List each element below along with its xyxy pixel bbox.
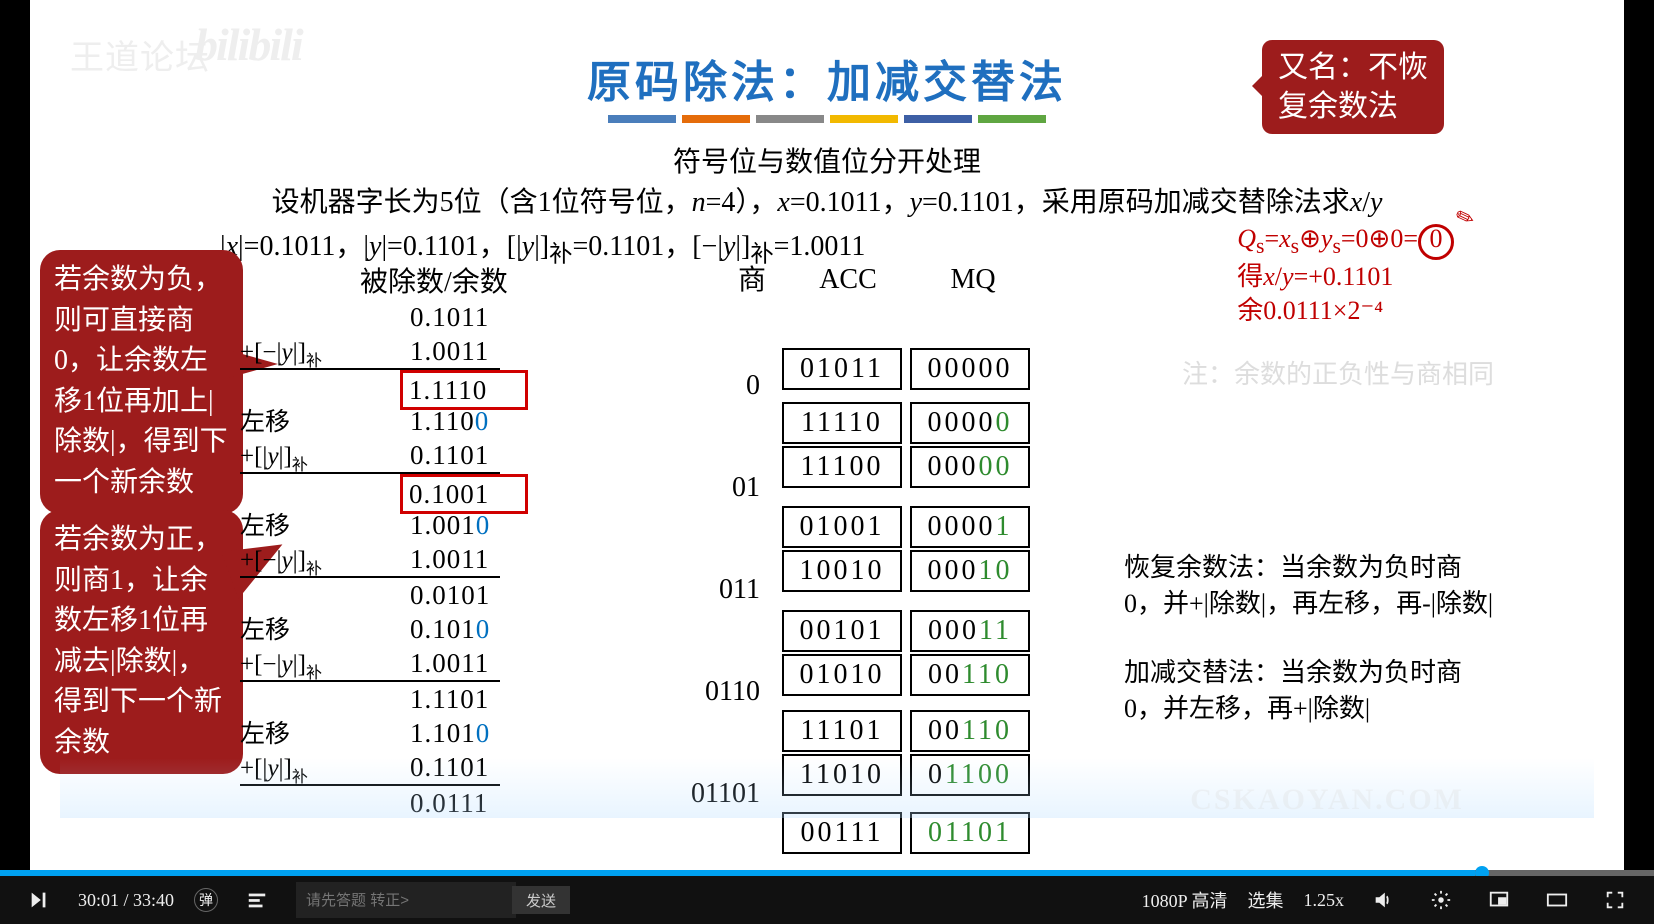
watermark-bottom: CSKAOYAN.COM bbox=[1190, 783, 1464, 817]
comp-row: 1.1101 bbox=[240, 682, 528, 716]
acc-cell: 00111 bbox=[782, 812, 902, 854]
play-next-button[interactable] bbox=[20, 889, 58, 911]
mq-cell: 00110 bbox=[910, 654, 1030, 696]
register-row: 0101000110 bbox=[782, 654, 1030, 696]
time-display: 30:01 / 33:40 bbox=[78, 890, 174, 911]
acc-cell: 01001 bbox=[782, 506, 902, 548]
player-controls: 30:01 / 33:40 弹 发送 1080P 高清 选集 1.25x bbox=[0, 876, 1654, 924]
danmaku-input[interactable] bbox=[296, 882, 516, 918]
note-restore-method: 恢复余数法：当余数为负时商0，并+|除数|，再左移，再-|除数| bbox=[1124, 550, 1494, 623]
playlist-button[interactable]: 选集 bbox=[1248, 887, 1284, 913]
quotient-value: 0 bbox=[746, 370, 760, 402]
bubble-negative-remainder: 若余数为负，则可直接商0，让余数左移1位再加上|除数|，得到下一个新余数 bbox=[40, 250, 243, 514]
danmaku-settings-icon[interactable] bbox=[238, 889, 276, 911]
danmaku-input-wrap: 发送 bbox=[296, 882, 570, 918]
comp-row: 左移0.1010 bbox=[240, 612, 528, 646]
computation-column: 被除数/余数 0.1011+[−|y|]补1.00111.1110左移1.110… bbox=[240, 260, 528, 820]
registers-table: ACC MQ 010110000011110000001110000000010… bbox=[782, 264, 1028, 296]
register-row: 0010100011 bbox=[782, 610, 1030, 652]
comp-header: 被除数/余数 bbox=[360, 260, 508, 300]
register-row: 1110100110 bbox=[782, 710, 1030, 752]
acc-cell: 01010 bbox=[782, 654, 902, 696]
mq-cell: 00110 bbox=[910, 710, 1030, 752]
comp-row: 0.1011 bbox=[240, 300, 528, 334]
problem-statement: 设机器字长为5位（含1位符号位，n=4），x=0.1011，y=0.1101，采… bbox=[30, 180, 1624, 220]
register-row: 1111000000 bbox=[782, 402, 1030, 444]
note-dim: 注：余数的正负性与商相同 bbox=[1182, 354, 1494, 391]
sign-result: Qs=xs⊕ys=0⊕0=0 得x/y=+0.1101 余0.0111×2⁻⁴ bbox=[1237, 222, 1454, 328]
fullscreen-icon[interactable] bbox=[1596, 889, 1634, 911]
settings-icon[interactable] bbox=[1422, 889, 1460, 911]
comp-row: +[|y|]补0.1101 bbox=[240, 438, 528, 472]
comp-row: 左移1.0010 bbox=[240, 508, 528, 542]
acc-cell: 00101 bbox=[782, 610, 902, 652]
acc-cell: 11110 bbox=[782, 402, 902, 444]
acc-cell: 11101 bbox=[782, 710, 902, 752]
comp-row: 左移1.1010 bbox=[240, 716, 528, 750]
speed-selector[interactable]: 1.25x bbox=[1304, 890, 1345, 911]
mq-cell: 00000 bbox=[910, 446, 1030, 488]
volume-icon[interactable] bbox=[1364, 889, 1402, 911]
slide-stage: 王道论坛 bilibili 原码除法：加减交替法 又名：不恢 复余数法 符号位与… bbox=[30, 0, 1624, 872]
acc-cell: 01011 bbox=[782, 348, 902, 390]
comp-row: 0.0101 bbox=[240, 578, 528, 612]
danmaku-send-button[interactable]: 发送 bbox=[512, 886, 570, 914]
mq-cell: 00010 bbox=[910, 550, 1030, 592]
mq-cell: 00011 bbox=[910, 610, 1030, 652]
bubble-positive-remainder: 若余数为正，则商1，让余数左移1位再减去|除数|，得到下一个新余数 bbox=[40, 510, 243, 774]
quotient-value: 01 bbox=[732, 472, 760, 504]
register-row: 0101100000 bbox=[782, 348, 1030, 390]
desc-separate: 符号位与数值位分开处理 bbox=[30, 140, 1624, 180]
comp-row: +[−|y|]补1.0011 bbox=[240, 542, 528, 576]
comp-row: +[−|y|]补1.0011 bbox=[240, 646, 528, 680]
register-row: 0100100001 bbox=[782, 506, 1030, 548]
comp-row: 1.1110 bbox=[240, 370, 528, 404]
acc-cell: 11100 bbox=[782, 446, 902, 488]
comp-row: +[−|y|]补1.0011 bbox=[240, 334, 528, 368]
widescreen-icon[interactable] bbox=[1538, 889, 1576, 911]
quality-selector[interactable]: 1080P 高清 bbox=[1142, 887, 1228, 913]
quotient-value: 0110 bbox=[705, 676, 760, 708]
acc-cell: 10010 bbox=[782, 550, 902, 592]
mq-header: MQ bbox=[918, 264, 1028, 296]
register-row: 1110000000 bbox=[782, 446, 1030, 488]
danmaku-toggle[interactable]: 弹 bbox=[194, 888, 218, 912]
comp-row: 0.1001 bbox=[240, 474, 528, 508]
mq-cell: 01101 bbox=[910, 812, 1030, 854]
comp-row: 左移1.1100 bbox=[240, 404, 528, 438]
mq-cell: 00001 bbox=[910, 506, 1030, 548]
quotient-value: 011 bbox=[719, 574, 760, 606]
register-row: 0011101101 bbox=[782, 812, 1030, 854]
callout-alt-name: 又名：不恢 复余数法 bbox=[1262, 40, 1444, 134]
note-alternate-method: 加减交替法：当余数为负时商0，并左移，再+|除数| bbox=[1124, 655, 1494, 728]
acc-header: ACC bbox=[782, 264, 914, 296]
mq-cell: 00000 bbox=[910, 348, 1030, 390]
pip-icon[interactable] bbox=[1480, 889, 1518, 911]
quotient-header: 商 bbox=[738, 258, 766, 298]
mq-cell: 00000 bbox=[910, 402, 1030, 444]
register-row: 1001000010 bbox=[782, 550, 1030, 592]
